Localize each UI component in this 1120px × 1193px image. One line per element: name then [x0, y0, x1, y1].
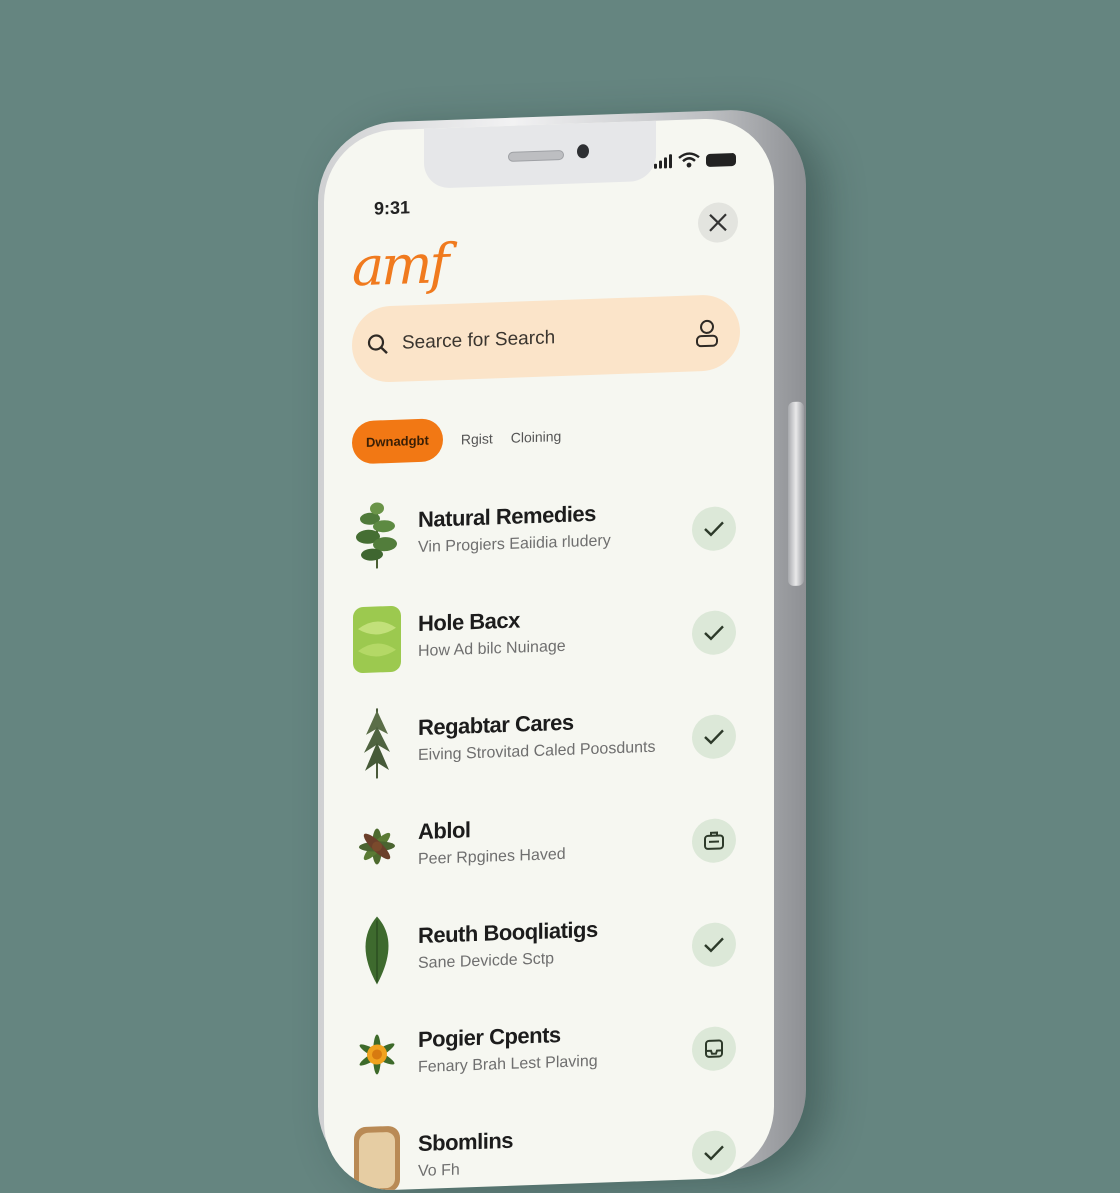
notch [424, 120, 656, 189]
item-title: Pogier Cpents [418, 1022, 561, 1053]
list-item[interactable]: Regabtar Cares Eiving Strovitad Caled Po… [352, 686, 742, 804]
tab-rgist[interactable]: Rgist [461, 430, 493, 447]
check-icon [704, 937, 724, 953]
check-icon [704, 1145, 724, 1161]
search-icon [367, 334, 388, 354]
phone-screen: 9:31 amf Searce for Search Dwnadgbt Rgis… [324, 116, 774, 1193]
item-title: Reuth Booqliatigs [418, 916, 598, 949]
list-item[interactable]: Ablol Peer Rpgines Haved [352, 790, 742, 908]
list-item[interactable]: Sbomlins Vo Fh [352, 1102, 742, 1193]
item-subtitle: Eiving Strovitad Caled Poosdunts [418, 738, 656, 765]
leaf-rosette-image [352, 808, 402, 886]
status-icons [654, 150, 736, 169]
herb-sprig-image [352, 496, 402, 574]
item-list: Natural Remedies Vin Progiers Eaiidia rl… [352, 478, 742, 1193]
search-bar[interactable]: Searce for Search [352, 293, 740, 384]
check-button[interactable] [692, 1129, 736, 1176]
check-icon [704, 625, 724, 641]
item-title: Regabtar Cares [418, 709, 574, 741]
conifer-sprig-image [352, 704, 402, 782]
close-icon [709, 213, 727, 232]
list-item[interactable]: Natural Remedies Vin Progiers Eaiidia rl… [352, 478, 742, 596]
wifi-icon [678, 152, 700, 168]
marigold-flower-image [352, 1016, 402, 1094]
check-button[interactable] [692, 921, 736, 968]
item-title: Sbomlins [418, 1127, 514, 1157]
briefcase-button[interactable] [692, 817, 736, 864]
tray-button[interactable] [692, 1025, 736, 1072]
tab-dwnadgbt[interactable]: Dwnadgbt [352, 418, 443, 465]
battery-icon [706, 152, 736, 167]
list-item[interactable]: Hole Bacx How Ad bilc Nuinage [352, 582, 742, 700]
item-subtitle: Sane Devicde Sctp [418, 950, 555, 973]
item-subtitle: Vo Fh [418, 1161, 460, 1181]
tray-icon [705, 1039, 723, 1058]
close-button[interactable] [698, 201, 738, 244]
single-leaf-image [352, 912, 402, 990]
check-button[interactable] [692, 713, 736, 760]
profile-icon[interactable] [694, 317, 720, 348]
item-subtitle: Peer Rpgines Haved [418, 845, 566, 869]
list-item[interactable]: Pogier Cpents Fenary Brah Lest Plaving [352, 998, 742, 1116]
speaker-grille [508, 149, 564, 162]
green-leaves-image [352, 600, 402, 678]
app-logo: amf [352, 232, 447, 299]
search-input[interactable]: Searce for Search [402, 322, 694, 354]
signal-icon [654, 154, 672, 169]
check-icon [704, 729, 724, 745]
briefcase-icon [704, 831, 724, 850]
check-icon [704, 521, 724, 537]
status-time: 9:31 [374, 197, 411, 219]
bread-slice-image [352, 1120, 402, 1193]
side-button [788, 401, 804, 587]
check-button[interactable] [692, 609, 736, 656]
item-title: Ablol [418, 817, 471, 845]
item-subtitle: Vin Progiers Eaiidia rludery [418, 532, 611, 557]
filter-tabs: Dwnadgbt Rgist Cloining [352, 414, 562, 465]
item-subtitle: How Ad bilc Nuinage [418, 637, 566, 661]
camera-icon [577, 144, 589, 159]
tab-cloining[interactable]: Cloining [511, 428, 562, 446]
item-title: Hole Bacx [418, 607, 520, 637]
check-button[interactable] [692, 505, 736, 552]
item-title: Natural Remedies [418, 500, 596, 533]
list-item[interactable]: Reuth Booqliatigs Sane Devicde Sctp [352, 894, 742, 1012]
phone-frame: 9:31 amf Searce for Search Dwnadgbt Rgis… [318, 107, 806, 1193]
item-subtitle: Fenary Brah Lest Plaving [418, 1052, 598, 1077]
